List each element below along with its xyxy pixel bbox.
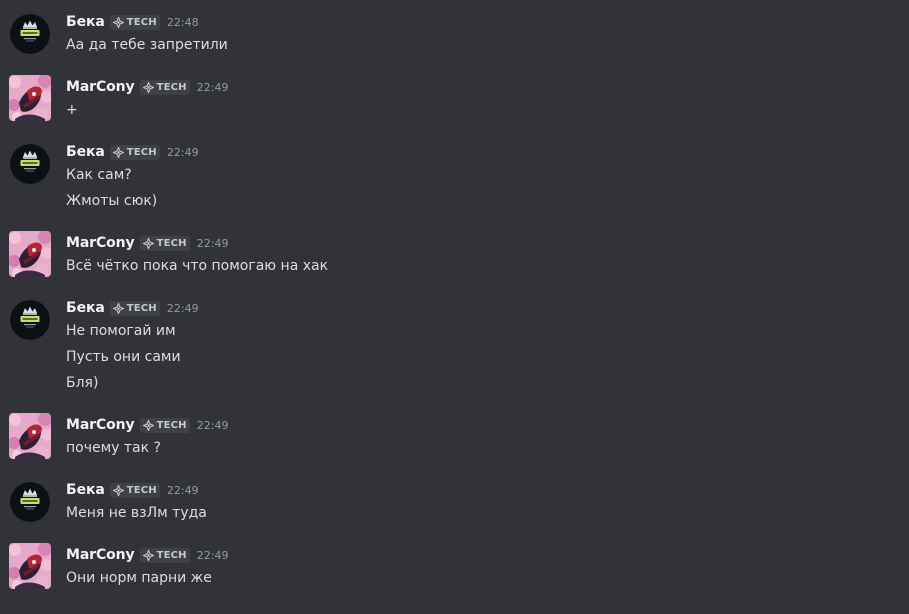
message-text: Пусть они сами bbox=[66, 349, 181, 365]
crown-badge-avatar[interactable] bbox=[10, 14, 50, 54]
pink-anime-avatar[interactable] bbox=[9, 75, 51, 121]
message-text: Бля) bbox=[66, 375, 99, 391]
pink-anime-avatar[interactable] bbox=[9, 413, 51, 459]
timestamp[interactable]: 22:49 bbox=[197, 549, 229, 562]
crown-badge-avatar[interactable] bbox=[10, 144, 50, 184]
diamond-icon bbox=[113, 303, 124, 314]
crown-badge-avatar[interactable] bbox=[10, 300, 50, 340]
server-tag-label: TECH bbox=[156, 237, 187, 249]
message-header: Бека TECH 22:49 bbox=[66, 299, 199, 317]
server-tag[interactable]: TECH bbox=[139, 547, 190, 563]
message-header: MarCony TECH 22:49 bbox=[66, 416, 228, 434]
message-header: MarCony TECH 22:49 bbox=[66, 546, 228, 564]
diamond-icon bbox=[143, 238, 154, 249]
server-tag-label: TECH bbox=[126, 484, 157, 496]
server-tag-label: TECH bbox=[126, 16, 157, 28]
message-header: Бека TECH 22:49 bbox=[66, 143, 199, 161]
timestamp[interactable]: 22:49 bbox=[197, 419, 229, 432]
server-tag[interactable]: TECH bbox=[109, 300, 160, 316]
message-text: Не помогай им bbox=[66, 323, 176, 339]
username[interactable]: Бека bbox=[66, 482, 105, 498]
username[interactable]: Бека bbox=[66, 144, 105, 160]
diamond-icon bbox=[143, 420, 154, 431]
diamond-icon bbox=[143, 82, 154, 93]
username[interactable]: Бека bbox=[66, 14, 105, 30]
message-header: MarCony TECH 22:49 bbox=[66, 78, 228, 96]
timestamp[interactable]: 22:49 bbox=[197, 237, 229, 250]
server-tag[interactable]: TECH bbox=[109, 482, 160, 498]
diamond-icon bbox=[143, 550, 154, 561]
message-header: MarCony TECH 22:49 bbox=[66, 234, 228, 252]
message-text: Аа да тебе запретили bbox=[66, 37, 228, 53]
message-text: почему так ? bbox=[66, 440, 161, 456]
timestamp[interactable]: 22:49 bbox=[167, 484, 199, 497]
username[interactable]: Бека bbox=[66, 300, 105, 316]
username[interactable]: MarCony bbox=[66, 417, 135, 433]
message-header: Бека TECH 22:48 bbox=[66, 13, 199, 31]
timestamp[interactable]: 22:48 bbox=[167, 16, 199, 29]
server-tag[interactable]: TECH bbox=[109, 14, 160, 30]
username[interactable]: MarCony bbox=[66, 235, 135, 251]
server-tag-label: TECH bbox=[126, 146, 157, 158]
diamond-icon bbox=[113, 17, 124, 28]
server-tag-label: TECH bbox=[156, 81, 187, 93]
username[interactable]: MarCony bbox=[66, 547, 135, 563]
server-tag[interactable]: TECH bbox=[139, 79, 190, 95]
timestamp[interactable]: 22:49 bbox=[197, 81, 229, 94]
server-tag-label: TECH bbox=[156, 419, 187, 431]
diamond-icon bbox=[113, 147, 124, 158]
message-text: Меня не взЛм туда bbox=[66, 505, 207, 521]
message-text: Всё чётко пока что помогаю на хак bbox=[66, 258, 329, 274]
message-text: + bbox=[66, 102, 78, 118]
server-tag[interactable]: TECH bbox=[109, 144, 160, 160]
server-tag-label: TECH bbox=[126, 302, 157, 314]
message-text: Жмоты сюк) bbox=[66, 193, 158, 209]
server-tag-label: TECH bbox=[156, 549, 187, 561]
diamond-icon bbox=[113, 485, 124, 496]
server-tag[interactable]: TECH bbox=[139, 417, 190, 433]
pink-anime-avatar[interactable] bbox=[9, 543, 51, 589]
timestamp[interactable]: 22:49 bbox=[167, 146, 199, 159]
message-text: Как сам? bbox=[66, 167, 132, 183]
message-text: Они норм парни же bbox=[66, 570, 212, 586]
pink-anime-avatar[interactable] bbox=[9, 231, 51, 277]
server-tag[interactable]: TECH bbox=[139, 235, 190, 251]
message-header: Бека TECH 22:49 bbox=[66, 481, 199, 499]
crown-badge-avatar[interactable] bbox=[10, 482, 50, 522]
timestamp[interactable]: 22:49 bbox=[167, 302, 199, 315]
username[interactable]: MarCony bbox=[66, 79, 135, 95]
